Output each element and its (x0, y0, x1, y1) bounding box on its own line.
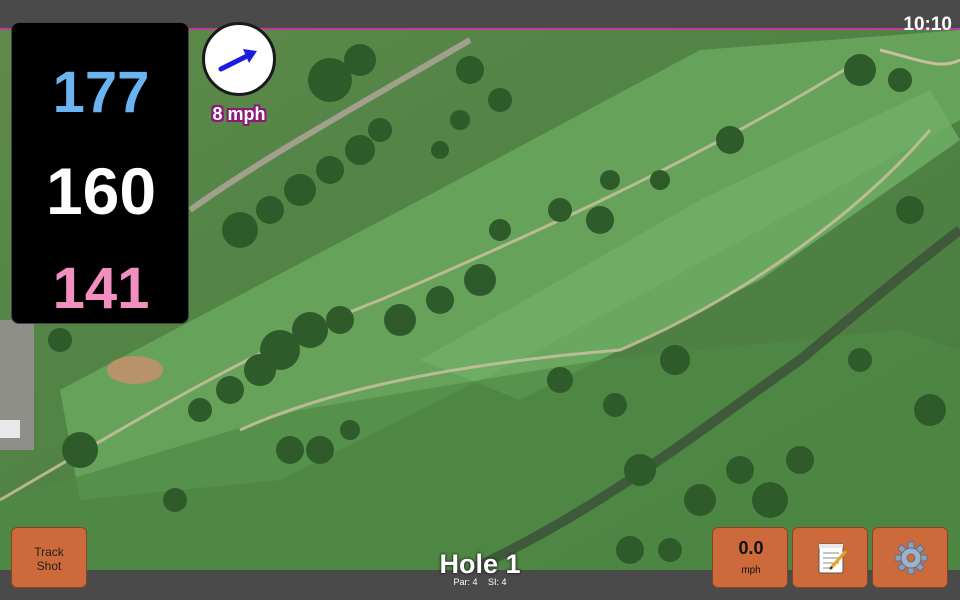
hole-par: Par: 4 (453, 577, 478, 587)
gear-icon (894, 541, 928, 575)
track-shot-label-line1: Track (34, 545, 64, 559)
wind-direction-dial[interactable] (202, 22, 276, 96)
notepad-icon (818, 543, 847, 574)
front-distance: 141 (52, 256, 150, 321)
back-distance: 177 (52, 60, 150, 125)
settings-button[interactable] (872, 527, 948, 588)
hole-stroke-index: SI: 4 (488, 577, 507, 587)
track-shot-label-line2: Shot (36, 559, 62, 573)
speed-value: 0.0 (738, 538, 764, 558)
speed-unit: mph (741, 565, 761, 576)
middle-distance: 160 (45, 154, 157, 228)
hole-meta: Par: 4 SI: 4 (380, 577, 580, 587)
notes-button[interactable] (792, 527, 868, 588)
hole-title: Hole 1 (439, 549, 521, 579)
wind-direction-arrow-icon (218, 49, 257, 72)
track-shot-button[interactable]: Track Shot (11, 527, 87, 588)
wind-speed-label: 8 mph (212, 104, 266, 124)
distance-panel: 177 160 141 (11, 22, 189, 324)
speed-button[interactable]: 0.0 mph (712, 527, 788, 588)
